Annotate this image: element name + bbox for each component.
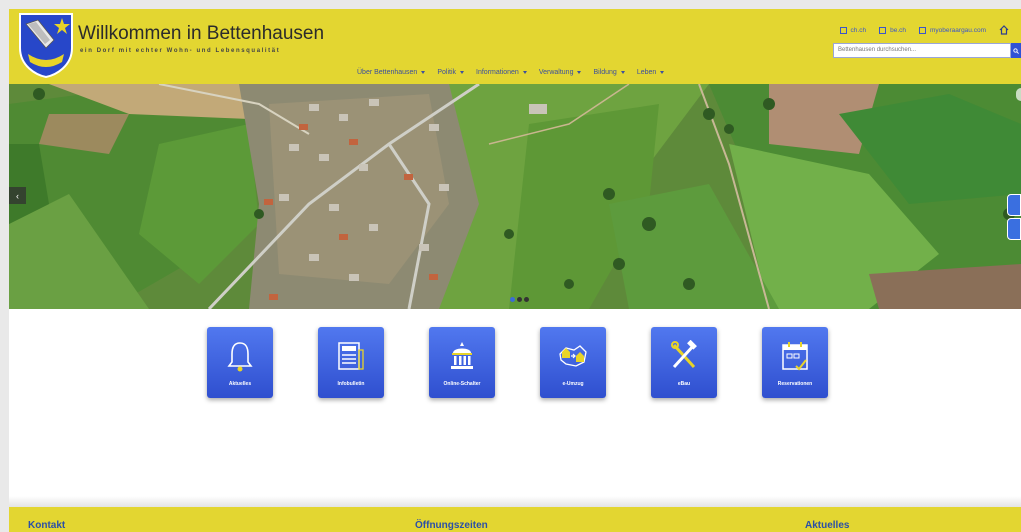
footer-heading-kontakt: Kontakt xyxy=(28,520,66,531)
search-bar: Bettenhausen durchsuchen... xyxy=(833,43,1021,58)
facebook-icon[interactable] xyxy=(1007,194,1021,216)
site-footer: Kontakt Öffnungszeiten Aktuelles xyxy=(9,507,1021,532)
tile-infobulletin[interactable]: Infobulletin xyxy=(318,327,384,398)
home-icon[interactable] xyxy=(999,25,1009,35)
building-icon xyxy=(451,342,473,369)
nav-label: Verwaltung xyxy=(538,69,574,76)
tile-reservationen[interactable]: Reservationen xyxy=(762,327,828,398)
nav-label: Bildung xyxy=(593,69,617,76)
nav-label: Politik xyxy=(437,69,457,76)
tile-label: Infobulletin xyxy=(337,381,365,387)
tile-label: Online-Schalter xyxy=(443,381,481,387)
carousel-dot[interactable] xyxy=(510,297,515,302)
tile-label: e-Umzug xyxy=(562,381,584,387)
moving-map-icon xyxy=(559,345,587,367)
footer-divider xyxy=(9,496,1021,507)
link-be-ch[interactable]: be.ch xyxy=(879,26,906,34)
aerial-village-photo xyxy=(9,84,1021,309)
main-nav: Über Bettenhausen Politik Informationen … xyxy=(357,69,676,76)
caret-down-icon xyxy=(577,71,582,74)
footer-heading-oeffnungszeiten: Öffnungszeiten xyxy=(415,520,488,531)
link-myoberaargau[interactable]: myoberaargau.com xyxy=(919,26,986,34)
carousel-indicators xyxy=(510,297,531,302)
caret-down-icon xyxy=(460,71,465,74)
nav-verwaltung[interactable]: Verwaltung xyxy=(539,69,582,76)
link-ch-ch[interactable]: ch.ch xyxy=(839,26,867,34)
hero-carousel: ‹ xyxy=(9,84,1021,309)
newspaper-icon xyxy=(338,342,364,370)
nav-politik[interactable]: Politik xyxy=(437,69,465,76)
carousel-dot[interactable] xyxy=(524,297,529,302)
nav-leben[interactable]: Leben xyxy=(636,69,665,76)
quick-access-tiles: Aktuelles Infobulletin Online-Schalter e… xyxy=(207,327,837,399)
carousel-dot[interactable] xyxy=(517,297,522,302)
tile-label: eBau xyxy=(677,381,691,387)
caret-down-icon xyxy=(620,71,625,74)
search-button[interactable] xyxy=(1011,43,1021,58)
caret-down-icon xyxy=(660,71,665,74)
tile-online-schalter[interactable]: Online-Schalter xyxy=(429,327,495,398)
site-tagline: ein Dorf mit echter Wohn- und Lebensqual… xyxy=(80,48,281,54)
caret-down-icon xyxy=(421,71,426,74)
link-label: ch.ch xyxy=(850,26,867,34)
bell-icon xyxy=(227,342,253,372)
tile-ebau[interactable]: eBau xyxy=(651,327,717,398)
instagram-icon[interactable] xyxy=(1007,218,1021,240)
nav-ueber-bettenhausen[interactable]: Über Bettenhausen xyxy=(357,69,426,76)
tile-label: Aktuelles xyxy=(228,381,252,387)
nav-label: Informationen xyxy=(476,69,519,76)
carousel-prev-button[interactable]: ‹ xyxy=(9,187,26,204)
nav-label: Über Bettenhausen xyxy=(357,69,418,76)
carousel-next-button[interactable] xyxy=(1016,88,1021,101)
page: Willkommen in Bettenhausen ein Dorf mit … xyxy=(9,9,1021,532)
calendar-icon xyxy=(782,342,808,371)
footer-heading-aktuelles: Aktuelles xyxy=(805,520,850,531)
link-label: be.ch xyxy=(890,26,906,34)
site-title[interactable]: Willkommen in Bettenhausen xyxy=(78,23,324,45)
top-links: ch.ch be.ch myoberaargau.com xyxy=(839,25,1021,35)
search-input[interactable]: Bettenhausen durchsuchen... xyxy=(833,43,1012,58)
external-link-icon xyxy=(919,26,926,34)
nav-label: Leben xyxy=(636,69,657,76)
hammer-wrench-icon xyxy=(671,340,697,369)
chevron-left-icon: ‹ xyxy=(16,190,19,201)
caret-down-icon xyxy=(522,71,527,74)
tile-aktuelles[interactable]: Aktuelles xyxy=(207,327,273,398)
external-link-icon xyxy=(839,26,847,34)
link-label: myoberaargau.com xyxy=(930,26,986,34)
nav-informationen[interactable]: Informationen xyxy=(476,69,527,76)
tile-e-umzug[interactable]: e-Umzug xyxy=(540,327,606,398)
nav-bildung[interactable]: Bildung xyxy=(593,69,625,76)
search-icon xyxy=(1013,47,1019,54)
municipal-crest-logo[interactable] xyxy=(16,12,76,78)
site-header: Willkommen in Bettenhausen ein Dorf mit … xyxy=(9,9,1021,84)
external-link-icon xyxy=(879,26,887,34)
tile-label: Reservationen xyxy=(777,381,813,387)
